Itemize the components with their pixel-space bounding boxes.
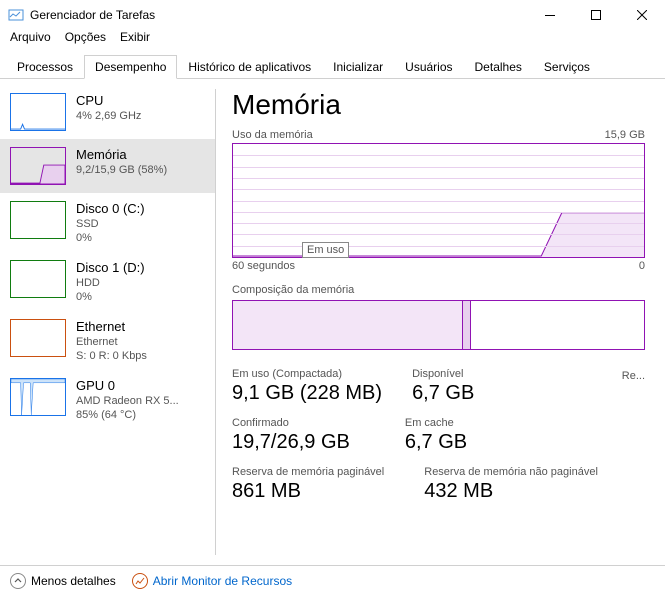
sidebar-sub2: S: 0 R: 0 Kbps	[76, 350, 147, 362]
sidebar-sub: HDD	[76, 277, 145, 289]
sidebar-item-memory[interactable]: Memória 9,2/15,9 GB (58%)	[0, 139, 215, 193]
stat-label: Em cache	[405, 417, 467, 429]
memory-thumb	[10, 147, 66, 185]
stat-value: 432 MB	[424, 480, 598, 503]
stat-paged: Reserva de memória paginável 861 MB	[232, 466, 384, 503]
stat-label: Disponível	[412, 368, 474, 380]
cpu-thumb	[10, 93, 66, 131]
sidebar-info: Memória 9,2/15,9 GB (58%)	[76, 147, 167, 176]
tabs: Processos Desempenho Histórico de aplica…	[0, 54, 665, 79]
disk0-thumb	[10, 201, 66, 239]
tab-processes[interactable]: Processos	[6, 55, 84, 79]
page-title: Memória	[232, 89, 645, 121]
close-button[interactable]	[619, 0, 665, 30]
x-left: 60 segundos	[232, 260, 295, 272]
sidebar-sub2: 85% (64 °C)	[76, 409, 179, 421]
stat-nonpaged: Reserva de memória não paginável 432 MB	[424, 466, 598, 503]
tab-apphistory[interactable]: Histórico de aplicativos	[177, 55, 322, 79]
stats: Em uso (Compactada) 9,1 GB (228 MB) Disp…	[232, 368, 645, 515]
sidebar-title: GPU 0	[76, 378, 179, 393]
stat-label: Reserva de memória paginável	[232, 466, 384, 478]
sidebar-info: Disco 1 (D:) HDD 0%	[76, 260, 145, 303]
stat-inuse: Em uso (Compactada) 9,1 GB (228 MB)	[232, 368, 382, 405]
sidebar-item-cpu[interactable]: CPU 4% 2,69 GHz	[0, 85, 215, 139]
max-label: 15,9 GB	[605, 129, 645, 141]
usage-label: Uso da memória	[232, 129, 313, 141]
ethernet-thumb	[10, 319, 66, 357]
chart-header: Uso da memória 15,9 GB	[232, 129, 645, 141]
fewer-details-label: Menos detalhes	[31, 574, 116, 588]
stat-cached: Em cache 6,7 GB	[405, 417, 467, 454]
sidebar-sub: Ethernet	[76, 336, 147, 348]
sidebar-sub: 4% 2,69 GHz	[76, 110, 141, 122]
maximize-button[interactable]	[573, 0, 619, 30]
minimize-button[interactable]	[527, 0, 573, 30]
disk1-thumb	[10, 260, 66, 298]
memory-usage-chart[interactable]	[232, 143, 645, 258]
window-title: Gerenciador de Tarefas	[30, 8, 527, 22]
window-controls	[527, 0, 665, 30]
sidebar-item-disk1[interactable]: Disco 1 (D:) HDD 0%	[0, 252, 215, 311]
tab-performance[interactable]: Desempenho	[84, 55, 177, 79]
menu-options[interactable]: Opções	[65, 30, 106, 50]
tooltip: Em uso	[302, 242, 349, 258]
main-panel: Memória Uso da memória 15,9 GB 60 segund…	[216, 79, 665, 565]
composition-label: Composição da memória	[232, 284, 645, 296]
footer: Menos detalhes Abrir Monitor de Recursos	[0, 565, 665, 595]
sidebar-title: Memória	[76, 147, 167, 162]
stat-label: Confirmado	[232, 417, 350, 429]
content: CPU 4% 2,69 GHz Memória 9,2/15,9 GB (58%…	[0, 79, 665, 565]
memory-composition-chart[interactable]	[232, 300, 645, 350]
menu-view[interactable]: Exibir	[120, 30, 150, 50]
sidebar-info: Ethernet Ethernet S: 0 R: 0 Kbps	[76, 319, 147, 362]
stat-label: Em uso (Compactada)	[232, 368, 382, 380]
stat-value: 19,7/26,9 GB	[232, 431, 350, 454]
menubar: Arquivo Opções Exibir	[0, 30, 665, 50]
sidebar: CPU 4% 2,69 GHz Memória 9,2/15,9 GB (58%…	[0, 79, 215, 565]
stat-value: 6,7 GB	[412, 382, 474, 405]
sidebar-title: Disco 1 (D:)	[76, 260, 145, 275]
titlebar: Gerenciador de Tarefas	[0, 0, 665, 30]
tab-users[interactable]: Usuários	[394, 55, 463, 79]
gpu0-thumb	[10, 378, 66, 416]
sidebar-title: CPU	[76, 93, 141, 108]
sidebar-title: Ethernet	[76, 319, 147, 334]
monitor-icon	[132, 573, 148, 589]
chevron-up-icon	[10, 573, 26, 589]
sidebar-sub2: 0%	[76, 232, 145, 244]
fewer-details-button[interactable]: Menos detalhes	[10, 573, 116, 589]
stat-value: 861 MB	[232, 480, 384, 503]
sidebar-title: Disco 0 (C:)	[76, 201, 145, 216]
sidebar-sub: AMD Radeon RX 5...	[76, 395, 179, 407]
x-right: 0	[639, 260, 645, 272]
tab-details[interactable]: Detalhes	[464, 55, 533, 79]
resource-link-truncated[interactable]: Re...	[622, 370, 645, 382]
sidebar-info: CPU 4% 2,69 GHz	[76, 93, 141, 122]
app-icon	[8, 7, 24, 23]
sidebar-item-gpu0[interactable]: GPU 0 AMD Radeon RX 5... 85% (64 °C)	[0, 370, 215, 429]
stat-committed: Confirmado 19,7/26,9 GB	[232, 417, 350, 454]
sidebar-sub: 9,2/15,9 GB (58%)	[76, 164, 167, 176]
open-resource-monitor-button[interactable]: Abrir Monitor de Recursos	[132, 573, 292, 589]
stat-available: Disponível 6,7 GB	[412, 368, 474, 405]
sidebar-info: GPU 0 AMD Radeon RX 5... 85% (64 °C)	[76, 378, 179, 421]
sidebar-sub2: 0%	[76, 291, 145, 303]
tab-services[interactable]: Serviços	[533, 55, 601, 79]
sidebar-sub: SSD	[76, 218, 145, 230]
stat-value: 6,7 GB	[405, 431, 467, 454]
sidebar-item-ethernet[interactable]: Ethernet Ethernet S: 0 R: 0 Kbps	[0, 311, 215, 370]
menu-file[interactable]: Arquivo	[10, 30, 51, 50]
resource-monitor-label: Abrir Monitor de Recursos	[153, 574, 292, 588]
stat-label: Reserva de memória não paginável	[424, 466, 598, 478]
stat-value: 9,1 GB (228 MB)	[232, 382, 382, 405]
sidebar-item-disk0[interactable]: Disco 0 (C:) SSD 0%	[0, 193, 215, 252]
tab-startup[interactable]: Inicializar	[322, 55, 394, 79]
chart-footer: 60 segundos Em uso 0	[232, 260, 645, 272]
sidebar-info: Disco 0 (C:) SSD 0%	[76, 201, 145, 244]
